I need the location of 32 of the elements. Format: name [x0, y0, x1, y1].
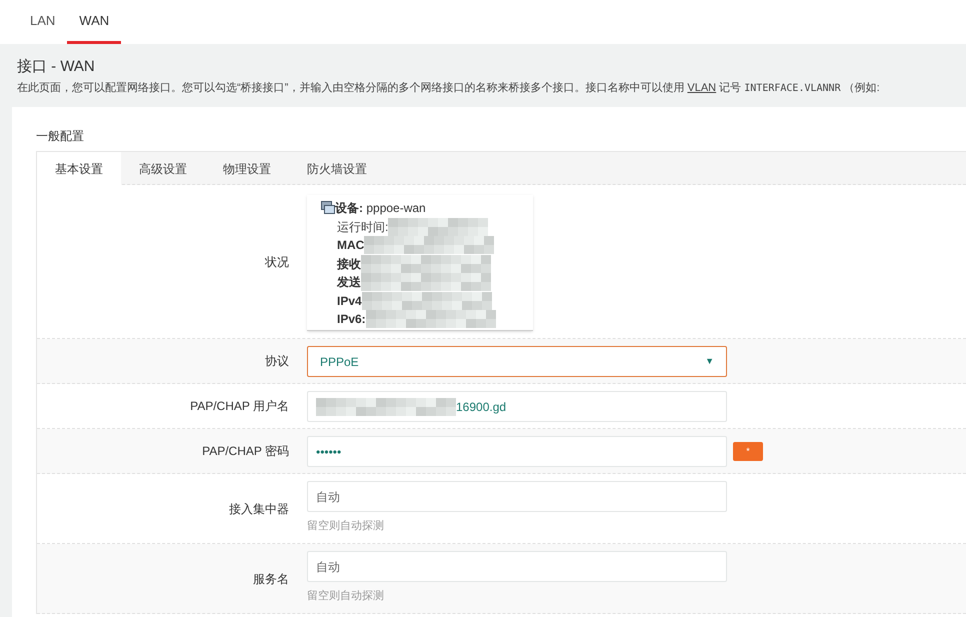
input-field[interactable]: 自动 — [307, 481, 727, 512]
field-label: PAP/CHAP 用户名 — [190, 398, 289, 415]
section-tab[interactable]: 防火墙设置 — [289, 152, 385, 185]
status-line: 运行时间: — [337, 218, 388, 236]
input-field[interactable]: 自动 — [307, 551, 727, 582]
field-hint: 留空则自动探测 — [307, 588, 385, 604]
status-line: IPv6: — [337, 311, 366, 328]
field-hint: 留空则自动探测 — [307, 518, 385, 534]
status-line: 发送 — [337, 274, 361, 291]
input-field[interactable]: 16900.gd — [307, 391, 727, 422]
field-label: 状况 — [265, 254, 289, 270]
status-line: 接收 — [337, 256, 361, 272]
vlan-link[interactable]: VLAN — [687, 82, 716, 94]
top-tab[interactable]: WAN — [67, 0, 122, 44]
section-tab[interactable]: 高级设置 — [121, 152, 205, 185]
status-line: IPv4 — [337, 292, 362, 310]
section-tab[interactable]: 基本设置 — [37, 152, 121, 185]
status-line: MAC — [337, 237, 364, 254]
device-line: 设备: pppoe-wan — [335, 200, 426, 217]
field-label: 服务名 — [253, 570, 289, 588]
top-tab[interactable]: LAN — [18, 0, 68, 44]
network-icon — [321, 201, 335, 216]
section-title: 一般配置 — [36, 128, 85, 145]
field-label: 协议 — [265, 353, 289, 370]
protocol-select[interactable]: PPPoE ▼ — [307, 346, 727, 377]
page-description: 在此页面，您可以配置网络接口。您可以勾选“桥接接口”，并输入由空格分隔的多个网络接口的名称来桥接多个接口。接口名称中可以使用 VLAN 记号 INTERFACE.VLANNR （例如: — [17, 80, 881, 96]
page-title: 接口 - WAN — [17, 57, 96, 77]
input-field[interactable]: •••••• — [307, 436, 727, 467]
section-tab[interactable]: 物理设置 — [205, 152, 289, 185]
field-label: PAP/CHAP 密码 — [202, 443, 289, 460]
caret-icon: ▼ — [705, 354, 714, 368]
field-label: 接入集中器 — [229, 500, 289, 518]
